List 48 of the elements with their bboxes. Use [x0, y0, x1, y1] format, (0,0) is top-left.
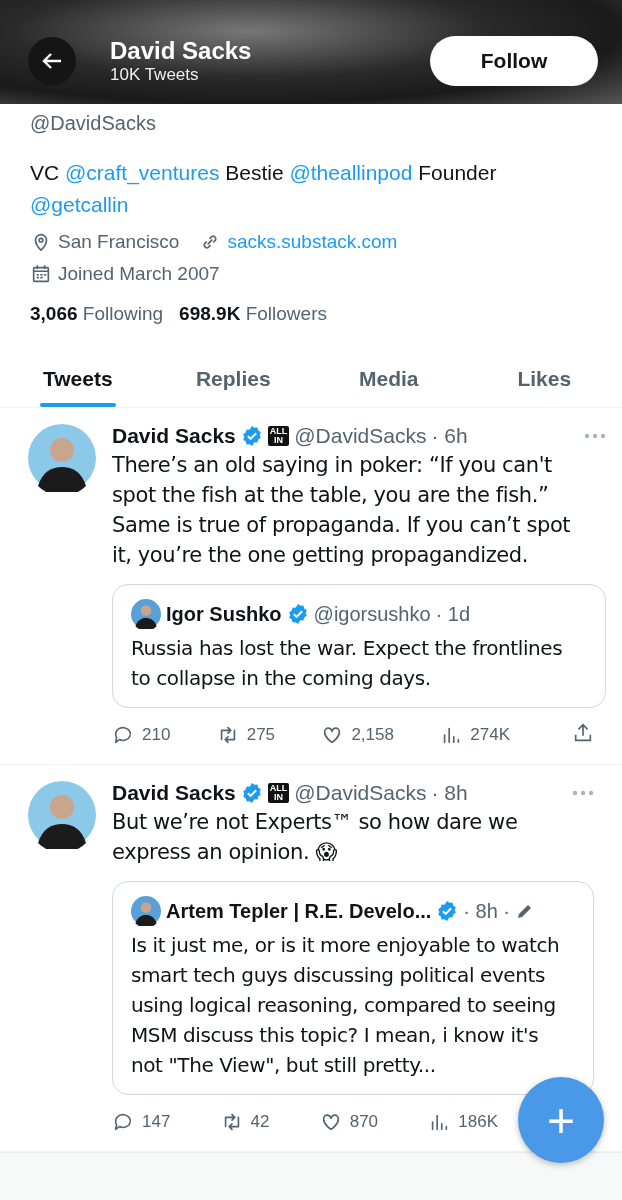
quoted-text: Russia has lost the war. Expect the frontlines to collapse in the coming days.	[131, 635, 564, 692]
reply-count[interactable]: 147	[112, 1111, 171, 1133]
view-count[interactable]: 186K	[428, 1111, 498, 1133]
tweet-time: · 1d	[435, 602, 471, 626]
tweet-time: · 8h	[431, 781, 468, 805]
author-name: Artem Tepler | R.E. Develo...	[166, 899, 432, 923]
followers-count[interactable]: 698.9K Followers	[179, 303, 327, 325]
affiliate-badge: ALL IN	[267, 426, 290, 446]
back-button[interactable]	[28, 37, 76, 85]
author-handle: @igorsushko	[313, 602, 431, 626]
following-count[interactable]: 3,066 Following	[30, 303, 164, 325]
profile-name: David Sacks	[110, 37, 253, 65]
tweet-text: But we’re not Experts™ so how dare we express an opinion. 😱	[112, 809, 519, 866]
like-count[interactable]: 2,158	[321, 724, 394, 746]
tweet-count: 10K Tweets	[110, 65, 200, 85]
author-handle: @DavidSacks	[294, 424, 427, 448]
view-count[interactable]: 274K	[440, 724, 510, 746]
retweet-count[interactable]: 42	[220, 1111, 270, 1133]
author-handle: @DavidSacks	[294, 781, 427, 805]
tweet-time: · 8h ·	[463, 899, 510, 923]
author-name: David Sacks	[112, 424, 236, 448]
location: San Francisco	[58, 231, 180, 253]
profile-tab[interactable]: Tweets	[0, 353, 156, 407]
reply-icon	[112, 1111, 134, 1133]
quoted-tweet[interactable]: Igor Sushko @igorsushko · 1d Russia has lost the war. Expect the frontlines to collapse in the coming days.	[112, 584, 606, 708]
share-icon[interactable]	[572, 722, 594, 744]
reply-count[interactable]: 210	[112, 724, 171, 746]
like-count[interactable]: 870	[319, 1111, 379, 1133]
author-name: Igor Sushko	[166, 602, 282, 626]
reply-icon	[112, 724, 134, 746]
avatar[interactable]	[131, 896, 161, 926]
profile-tab[interactable]: Media	[311, 353, 467, 407]
tweet-time: · 6h	[431, 424, 468, 448]
avatar[interactable]	[28, 781, 96, 849]
profile-handle: @DavidSacks	[30, 112, 157, 135]
tweet-text: There’s an old saying in poker: “If you can't spot the fish at the table, you are the fish.” Same is true of propaganda. If you can’t spot it, you’re the one getting propagandized.	[112, 452, 572, 569]
profile-tab[interactable]: Replies	[155, 353, 311, 407]
profile-tab[interactable]: Likes	[466, 353, 622, 407]
avatar[interactable]	[131, 599, 161, 629]
calendar-icon	[30, 263, 52, 285]
quoted-text: Is it just me, or is it more enjoyable to watch smart tech guys discussing political events using logical reasoning, compared to seeing MSM discuss this topic? I mean, i know it's not "The View", but still pretty...	[131, 932, 561, 1079]
follow-button[interactable]: Follow	[430, 36, 598, 86]
profile-bio: VC @craft_ventures Bestie @theallinpod Founder @getcallin	[30, 160, 498, 218]
joined-date: Joined March 2007	[58, 263, 220, 285]
avatar[interactable]	[28, 424, 96, 492]
retweet-count[interactable]: 275	[216, 724, 276, 746]
author-name: David Sacks	[112, 781, 236, 805]
affiliate-badge: ALL IN	[267, 783, 290, 803]
